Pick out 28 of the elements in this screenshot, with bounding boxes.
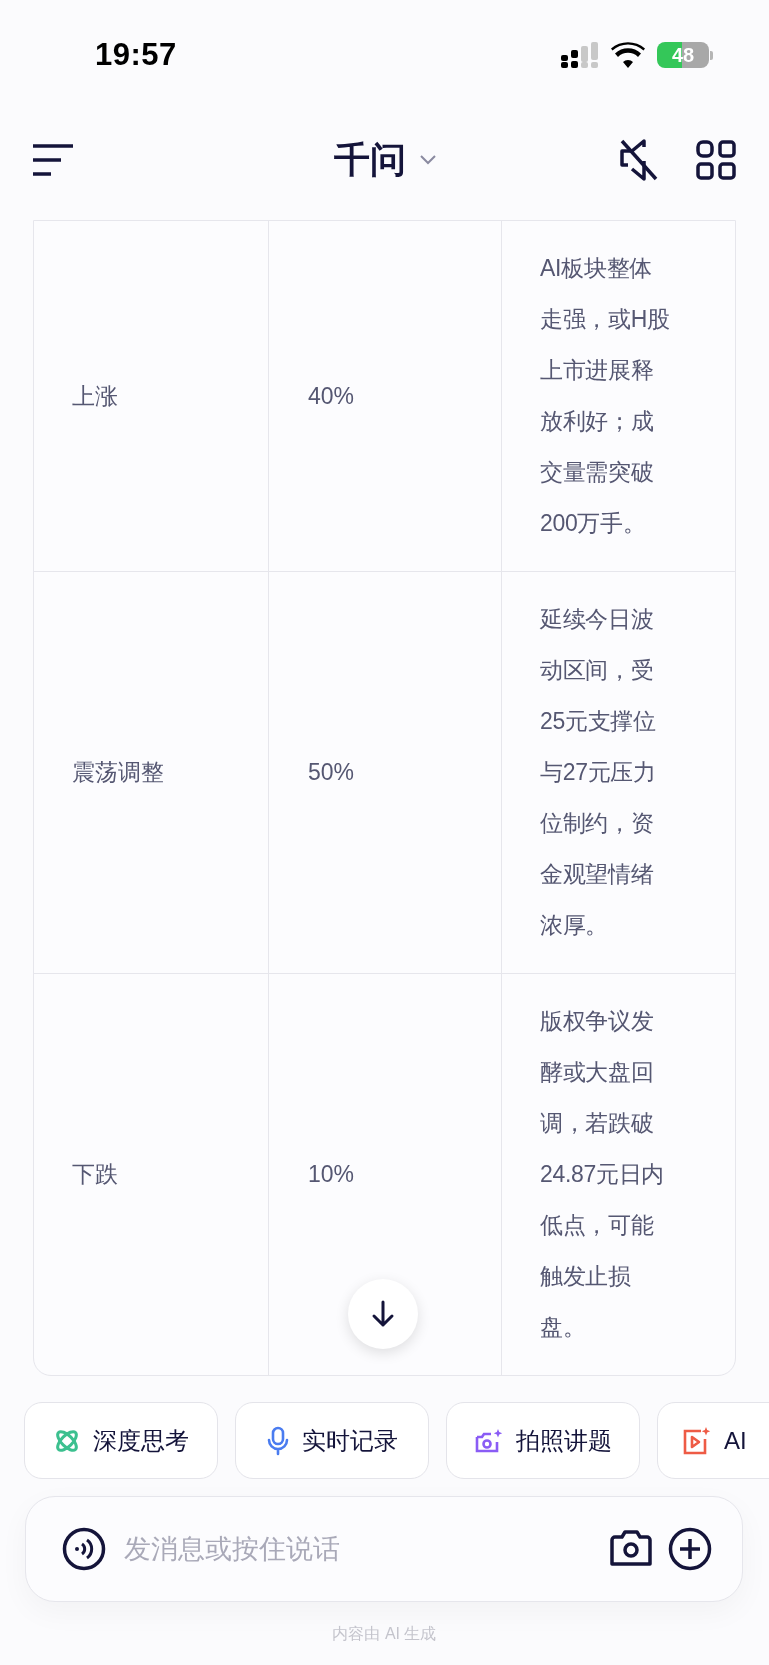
table-cell-text: 延续今日波动区间，受25元支撑位与27元压力位制约，资金观望情绪浓厚。 [540,605,657,940]
arrow-down-icon [371,1300,395,1328]
microphone-icon [266,1425,290,1456]
voice-icon[interactable] [62,1527,106,1571]
table-cell-text: 上涨 [72,381,118,411]
camera-button[interactable] [610,1530,652,1568]
table-cell-text: 版权争议发酵或大盘回调，若跌破24.87元日内低点，可能触发止损盘。 [540,1007,666,1342]
table-cell-text: 震荡调整 [72,758,164,787]
feature-chip[interactable]: 拍照讲题 [446,1402,640,1479]
feature-chip[interactable]: 深度思考 [24,1402,218,1479]
signal-icon [561,42,599,68]
app-title[interactable]: 千问 [333,135,406,185]
chevron-down-icon[interactable] [419,155,436,165]
wifi-icon [611,42,645,68]
speaker-muted-icon[interactable] [618,139,658,181]
status-time: 19:57 [95,37,177,73]
feature-chip[interactable]: AI [657,1402,769,1479]
table-cell-text: 下跌 [72,1160,118,1189]
menu-icon[interactable] [33,144,73,176]
table-cell-text: 40% [308,381,355,411]
feature-chip[interactable]: 实时记录 [235,1402,429,1479]
add-button[interactable] [668,1527,712,1571]
table-cell-text: AI板块整体走强，或H股上市进展释放利好；成交量需突破200万手。 [540,254,670,538]
message-input[interactable]: 发消息或按住说话 [122,1532,594,1566]
table-cell-text: 10% [308,1160,355,1189]
video-sparkle-icon [682,1425,712,1456]
table-cell-text: 50% [308,758,355,787]
grid-icon[interactable] [696,140,736,180]
